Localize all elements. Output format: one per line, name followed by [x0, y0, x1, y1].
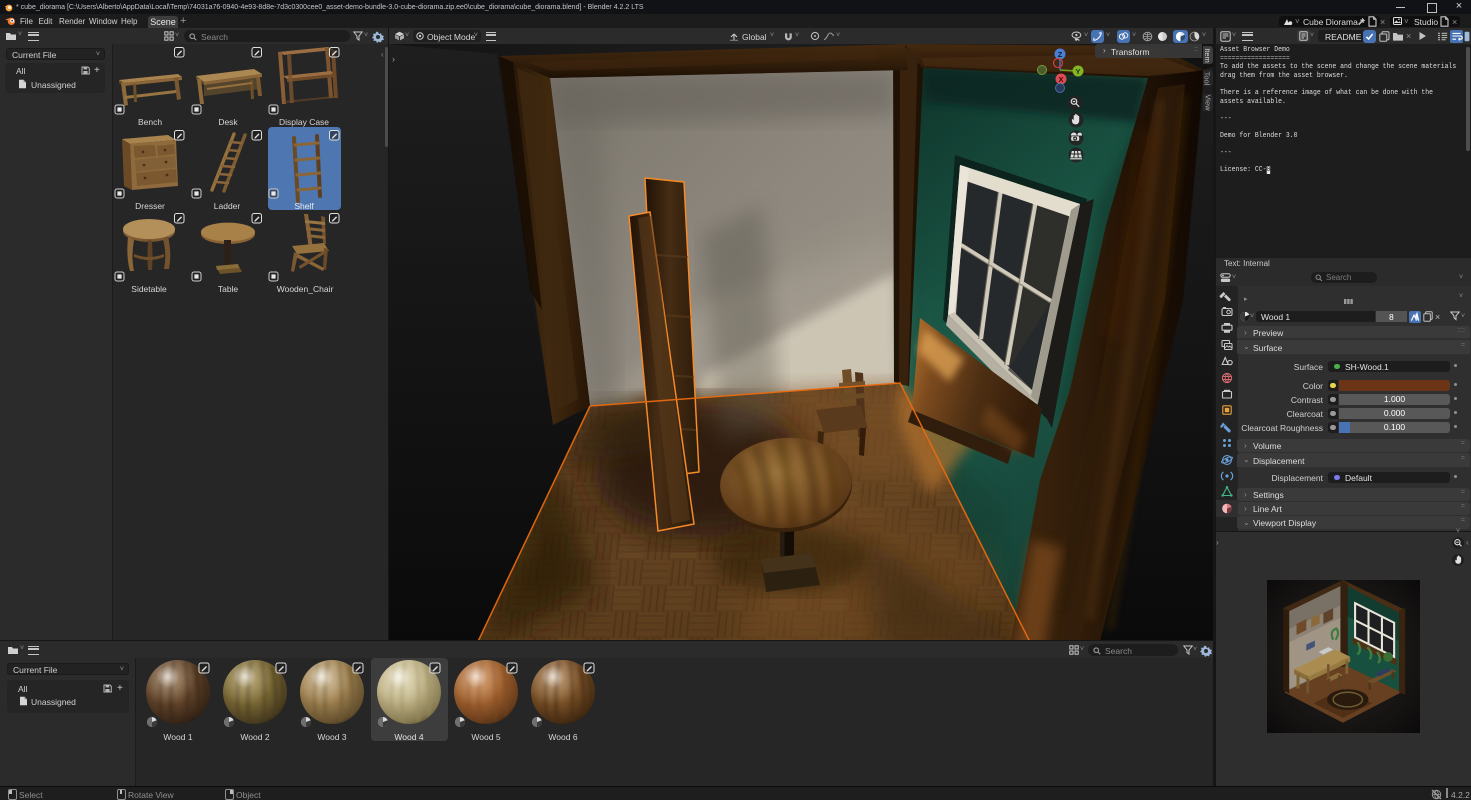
svg-text:Z: Z — [1058, 50, 1063, 59]
svg-text:X: X — [1058, 75, 1063, 84]
svg-text:Y: Y — [1075, 67, 1080, 76]
